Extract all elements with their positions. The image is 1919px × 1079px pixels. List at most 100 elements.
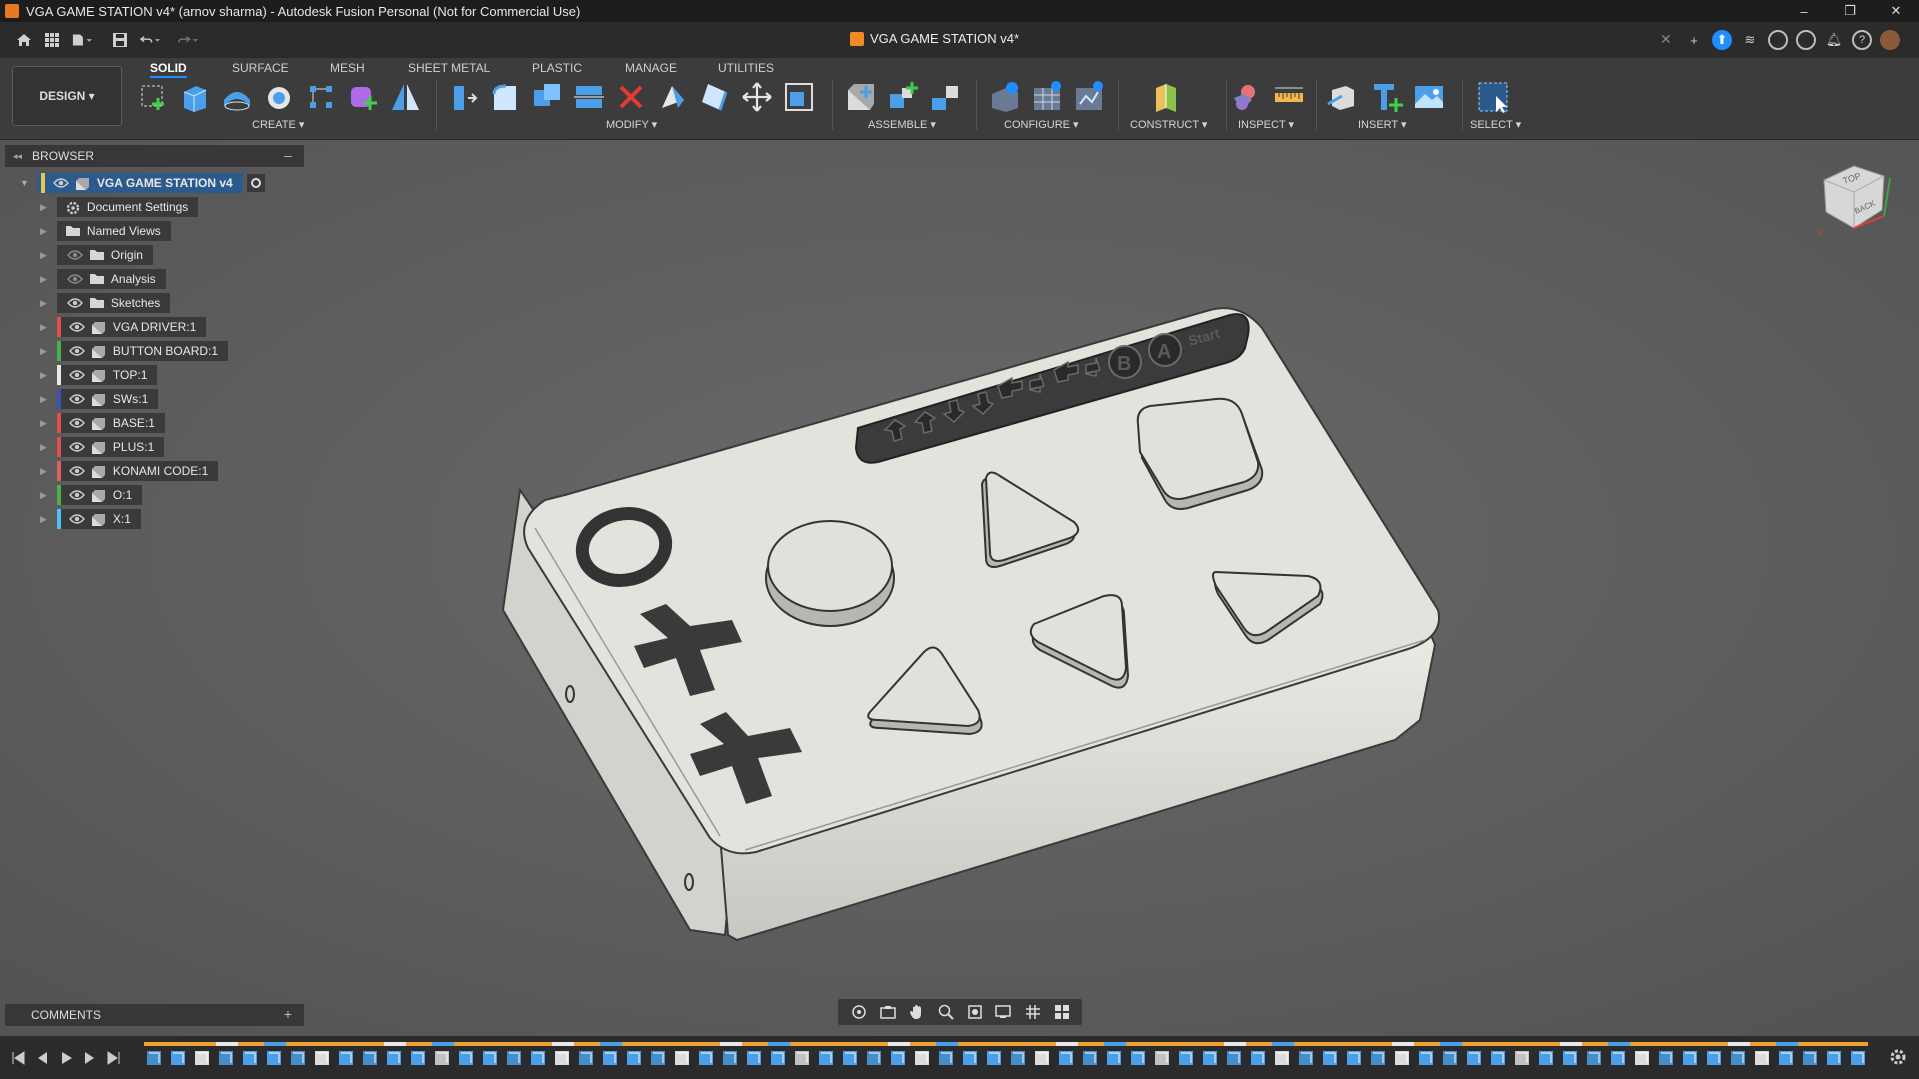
create-group-label[interactable]: CREATE ▾: [252, 118, 304, 131]
timeline-feature-icon[interactable]: [1443, 1051, 1457, 1065]
timeline-feature-icon[interactable]: [1587, 1051, 1601, 1065]
scale-icon[interactable]: [656, 80, 690, 114]
browser-node[interactable]: ▶ BUTTON BOARD:1: [40, 341, 229, 361]
browser-node[interactable]: ▶ Sketches: [40, 293, 171, 313]
rectangular-pattern-icon[interactable]: [304, 80, 338, 114]
timeline-feature-icon[interactable]: [219, 1051, 233, 1065]
comments-panel-header[interactable]: COMMENTS +: [5, 1004, 304, 1026]
document-tab-close-button[interactable]: ✕: [1660, 31, 1672, 48]
browser-node[interactable]: ▶ KONAMI CODE:1: [40, 461, 219, 481]
insert-group-label[interactable]: INSERT ▾: [1358, 118, 1407, 131]
account-clock-icon[interactable]: [1796, 30, 1816, 50]
joint-icon[interactable]: [886, 80, 920, 114]
file-menu-icon[interactable]: [72, 30, 92, 50]
extrude-icon[interactable]: [178, 80, 212, 114]
timeline-feature-icon[interactable]: [1251, 1051, 1265, 1065]
interference-icon[interactable]: [1230, 80, 1264, 114]
timeline-feature-icon[interactable]: [675, 1051, 689, 1065]
form-icon[interactable]: [346, 80, 380, 114]
timeline-first-icon[interactable]: [10, 1050, 26, 1066]
measure-icon[interactable]: [1272, 80, 1306, 114]
select-window-icon[interactable]: [1476, 80, 1510, 114]
timeline-feature-icon[interactable]: [507, 1051, 521, 1065]
view-cube[interactable]: TOP BACK X: [1814, 160, 1894, 250]
align-icon[interactable]: [782, 80, 816, 114]
browser-node[interactable]: ▶ X:1: [40, 509, 141, 529]
insert-canvas-icon[interactable]: [1412, 80, 1446, 114]
timeline-settings-gear-icon[interactable]: [1889, 1048, 1907, 1066]
timeline-feature-icon[interactable]: [987, 1051, 1001, 1065]
extensions-icon[interactable]: ⬆: [1712, 30, 1732, 50]
timeline-feature-icon[interactable]: [1107, 1051, 1121, 1065]
notifications-bell-icon[interactable]: 🔔︎: [1824, 30, 1844, 50]
timeline-feature-icon[interactable]: [1011, 1051, 1025, 1065]
viewports-icon[interactable]: [1052, 1004, 1072, 1020]
timeline-feature-icon[interactable]: [1299, 1051, 1313, 1065]
timeline-feature-icon[interactable]: [555, 1051, 569, 1065]
visibility-eye-icon[interactable]: [68, 513, 85, 525]
visibility-eye-icon[interactable]: [68, 441, 85, 453]
new-tab-plus-icon[interactable]: +: [1684, 30, 1704, 50]
create-sketch-icon[interactable]: [136, 80, 170, 114]
press-pull-icon[interactable]: [446, 80, 480, 114]
visibility-eye-icon[interactable]: [68, 417, 85, 429]
timeline-feature-icon[interactable]: [1611, 1051, 1625, 1065]
timeline-feature-icon[interactable]: [579, 1051, 593, 1065]
chevron-right-icon[interactable]: ▶: [40, 442, 47, 453]
chevron-right-icon[interactable]: ▶: [40, 298, 47, 309]
timeline-feature-icon[interactable]: [795, 1051, 809, 1065]
chevron-right-icon[interactable]: ▶: [40, 394, 47, 405]
tab-solid[interactable]: SOLID: [150, 58, 187, 78]
timeline-feature-icon[interactable]: [1491, 1051, 1505, 1065]
timeline-feature-icon[interactable]: [291, 1051, 305, 1065]
timeline-feature-icon[interactable]: [771, 1051, 785, 1065]
chevron-right-icon[interactable]: ▶: [40, 274, 47, 285]
timeline-feature-icon[interactable]: [1323, 1051, 1337, 1065]
restore-button[interactable]: ❐: [1827, 0, 1873, 22]
delete-icon[interactable]: [614, 80, 648, 114]
timeline-feature-icon[interactable]: [1731, 1051, 1745, 1065]
data-panel-grid-icon[interactable]: [42, 30, 62, 50]
timeline-feature-icon[interactable]: [843, 1051, 857, 1065]
undo-icon[interactable]: [140, 30, 160, 50]
chevron-down-icon[interactable]: ▼: [20, 178, 29, 188]
pan-hand-icon[interactable]: [907, 1004, 927, 1020]
timeline-feature-icon[interactable]: [1467, 1051, 1481, 1065]
insert-text-icon[interactable]: [1370, 80, 1404, 114]
chevron-right-icon[interactable]: ▶: [40, 322, 47, 333]
chevron-right-icon[interactable]: ▶: [40, 250, 47, 261]
new-component-icon[interactable]: [844, 80, 878, 114]
browser-node[interactable]: ▶ O:1: [40, 485, 143, 505]
timeline-feature-icon[interactable]: [1155, 1051, 1169, 1065]
chevron-right-icon[interactable]: ▶: [40, 226, 47, 237]
job-status-icon[interactable]: ≋: [1740, 30, 1760, 50]
mirror-icon[interactable]: [388, 80, 422, 114]
browser-node[interactable]: ▶ SWs:1: [40, 389, 159, 409]
browser-node[interactable]: ▶ VGA DRIVER:1: [40, 317, 207, 337]
timeline-previous-icon[interactable]: [34, 1050, 50, 1066]
timeline-feature-icon[interactable]: [531, 1051, 545, 1065]
fit-icon[interactable]: [965, 1004, 985, 1020]
timeline-feature-icon[interactable]: [1275, 1051, 1289, 1065]
timeline-last-icon[interactable]: [106, 1050, 122, 1066]
timeline-feature-icon[interactable]: [1827, 1051, 1841, 1065]
timeline-feature-icon[interactable]: [1083, 1051, 1097, 1065]
revolve-icon[interactable]: [220, 80, 254, 114]
tab-surface[interactable]: SURFACE: [232, 58, 289, 78]
timeline-feature-icon[interactable]: [651, 1051, 665, 1065]
timeline-feature-icon[interactable]: [1059, 1051, 1073, 1065]
browser-root-node[interactable]: ▼ VGA GAME STATION v4: [20, 173, 265, 193]
timeline-feature-icon[interactable]: [603, 1051, 617, 1065]
configuration-table-icon[interactable]: [1030, 80, 1064, 114]
timeline-feature-icon[interactable]: [1635, 1051, 1649, 1065]
timeline-feature-icon[interactable]: [1347, 1051, 1361, 1065]
workspace-switcher-button[interactable]: DESIGN ▾: [12, 66, 122, 126]
visibility-eye-icon[interactable]: [52, 177, 69, 189]
timeline-feature-icon[interactable]: [1755, 1051, 1769, 1065]
configure-design-icon[interactable]: [988, 80, 1022, 114]
split-body-icon[interactable]: [572, 80, 606, 114]
insert-derive-icon[interactable]: [1326, 80, 1360, 114]
zoom-icon[interactable]: [936, 1004, 956, 1020]
timeline-feature-icon[interactable]: [1851, 1051, 1865, 1065]
timeline-feature-icon[interactable]: [627, 1051, 641, 1065]
